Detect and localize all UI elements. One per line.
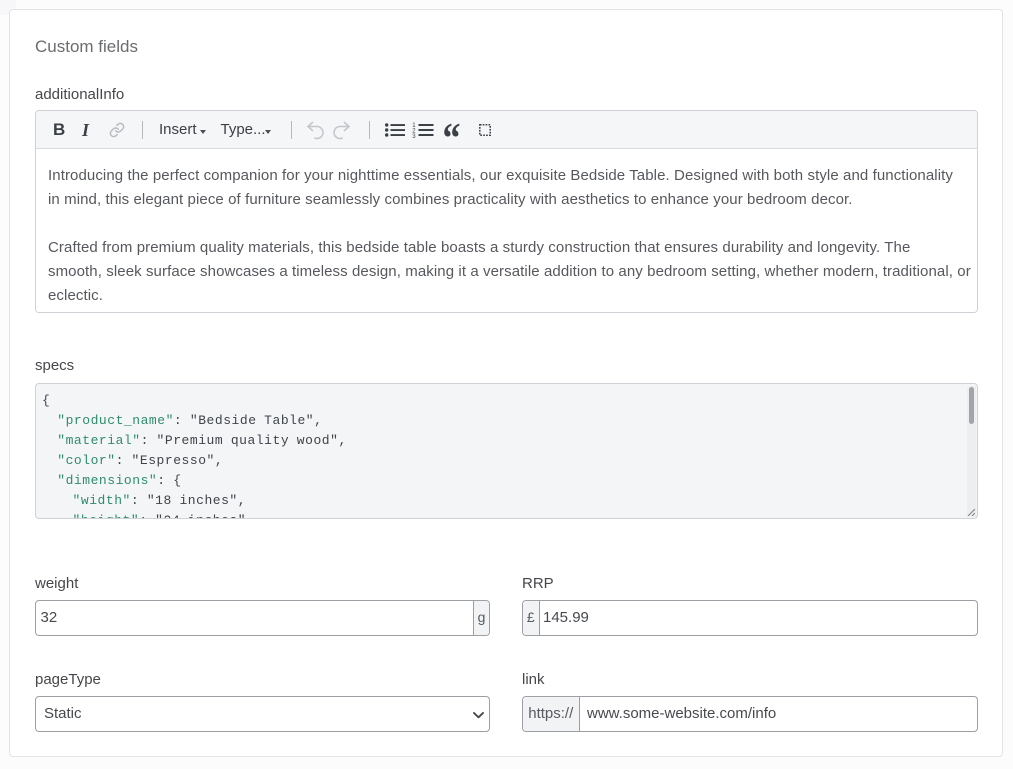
svg-text:3: 3: [412, 134, 416, 138]
